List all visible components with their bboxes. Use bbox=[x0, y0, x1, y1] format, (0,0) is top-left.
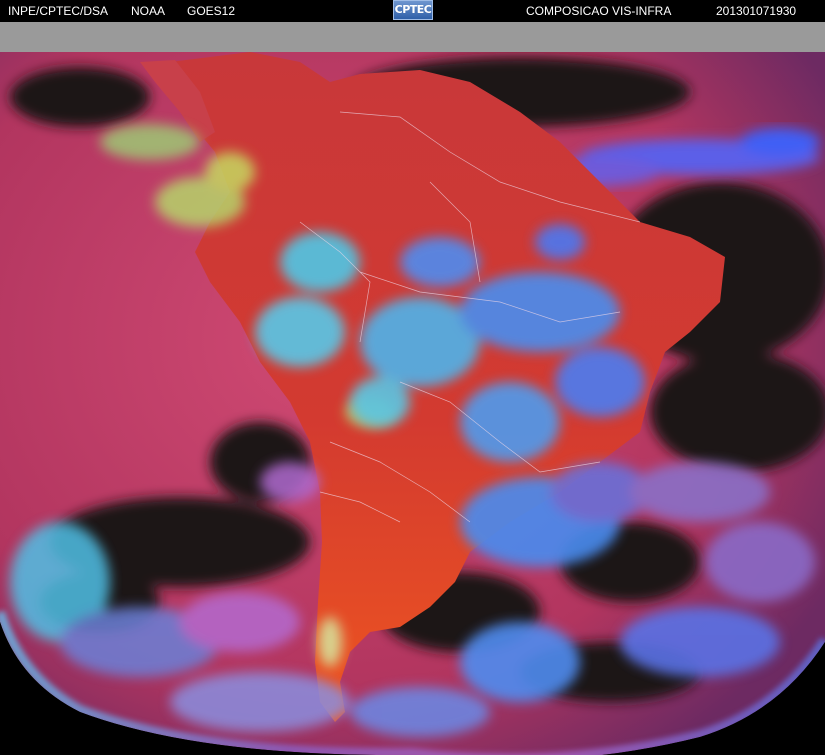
image-header: INPE/CPTEC/DSA NOAA GOES12 CPTEC COMPOSI… bbox=[0, 0, 825, 22]
earth-disk bbox=[0, 52, 825, 755]
satellite-image bbox=[0, 22, 825, 755]
no-data-band bbox=[0, 22, 825, 56]
cptec-logo: CPTEC bbox=[393, 0, 433, 20]
satellite-composite-graphic bbox=[0, 22, 825, 755]
organization-label: INPE/CPTEC/DSA bbox=[8, 4, 109, 18]
product-label: COMPOSICAO VIS-INFRA bbox=[526, 4, 672, 18]
timestamp-label: 201301071930 bbox=[716, 4, 797, 18]
agency-label: NOAA bbox=[131, 4, 166, 18]
satellite-label: GOES12 bbox=[187, 4, 236, 18]
